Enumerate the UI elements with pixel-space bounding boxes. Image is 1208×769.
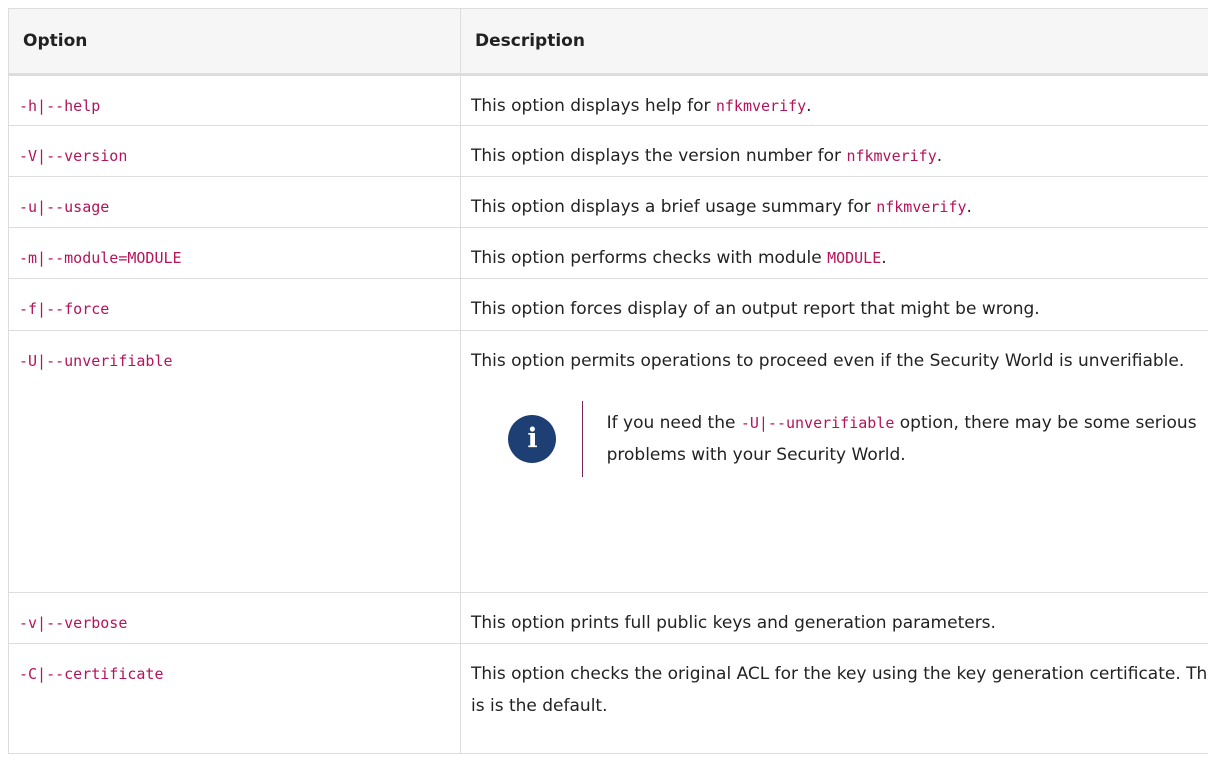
table-row: -v|--verbose This option prints full pub… <box>8 592 1208 644</box>
description-text: This option displays a brief usage summa… <box>471 197 877 217</box>
description-cell: This option displays help for nfkmverify… <box>460 74 1208 126</box>
table-row: -U|--unverifiable This option permits op… <box>8 330 1208 593</box>
option-cell: -m|--module=MODULE <box>8 227 461 279</box>
table-row: -C|--certificate This option checks the … <box>8 643 1208 754</box>
description-text: This option permits operations to procee… <box>471 351 1185 371</box>
table-row: -m|--module=MODULE This option performs … <box>8 227 1208 279</box>
column-header-description: Description <box>460 8 1208 76</box>
description-cell: This option permits operations to procee… <box>460 330 1208 593</box>
note-text: If you need the -U|--unverifiable option… <box>606 413 1197 465</box>
description-punct: . <box>806 96 812 116</box>
table-row: -u|--usage This option displays a brief … <box>8 176 1208 228</box>
option-cell: -U|--unverifiable <box>8 330 461 593</box>
table-row: -h|--help This option displays help for … <box>8 74 1208 126</box>
description-cell: This option checks the original ACL for … <box>460 643 1208 754</box>
option-cell: -V|--version <box>8 125 461 177</box>
table-header-row: Option Description <box>8 8 1208 76</box>
description-punct: . <box>936 146 943 166</box>
description-text: This option displays help for <box>471 96 716 116</box>
option-cell: -h|--help <box>8 74 461 126</box>
description-cell: This option performs checks with module … <box>460 227 1208 279</box>
option-code: -v|--verbose <box>19 614 128 632</box>
options-table: Option Description -h|--help This option… <box>8 8 1208 754</box>
description-cell: This option forces display of an output … <box>460 278 1208 331</box>
option-code: -C|--certificate <box>19 665 164 683</box>
inline-code: MODULE <box>827 249 882 267</box>
option-code: -h|--help <box>19 97 101 115</box>
table-row: -V|--version This option displays the ve… <box>8 125 1208 177</box>
description-text: This option prints full public keys and … <box>471 613 996 633</box>
table-row: -f|--force This option forces display of… <box>8 278 1208 331</box>
description-cell: This option displays the version number … <box>460 125 1208 177</box>
inline-code: -U|--unverifiable <box>740 414 895 432</box>
description-text: This option performs checks with module <box>471 248 828 268</box>
option-cell: -C|--certificate <box>8 643 461 754</box>
description-text: This option displays the version number … <box>471 146 847 166</box>
option-cell: -v|--verbose <box>8 592 461 644</box>
inline-code: nfkmverify <box>715 97 807 115</box>
option-cell: -f|--force <box>8 278 461 331</box>
description-cell: This option prints full public keys and … <box>460 592 1208 644</box>
option-code: -u|--usage <box>19 198 110 216</box>
option-code: -f|--force <box>19 300 110 318</box>
admonition-note: i If you need the -U|--unverifiable opti… <box>471 401 1208 477</box>
option-code: -V|--version <box>19 147 128 165</box>
description-cell: This option displays a brief usage summa… <box>460 176 1208 228</box>
description-punct: . <box>966 197 972 217</box>
description-punct: . <box>881 248 887 268</box>
option-code: -m|--module=MODULE <box>19 249 182 267</box>
option-code: -U|--unverifiable <box>19 352 173 370</box>
description-text: This option forces display of an output … <box>471 299 1040 319</box>
inline-code: nfkmverify <box>846 147 937 165</box>
description-text: This option checks the original ACL for … <box>471 664 1208 716</box>
option-cell: -u|--usage <box>8 176 461 228</box>
note-divider <box>581 401 583 477</box>
inline-code: nfkmverify <box>876 198 967 216</box>
info-icon: i <box>508 415 557 463</box>
column-header-option: Option <box>8 8 461 76</box>
